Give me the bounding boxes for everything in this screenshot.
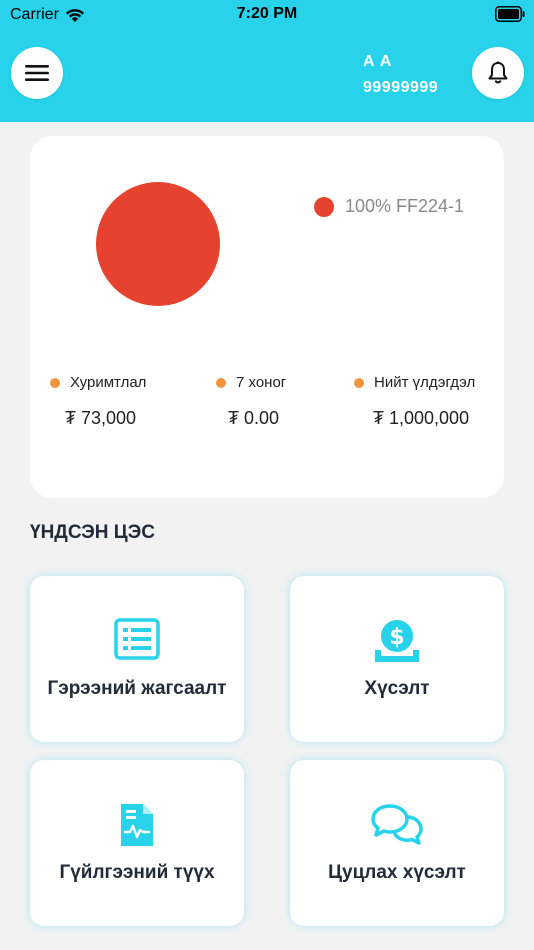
chat-bubbles-icon [371, 804, 423, 845]
stat-savings-value: ₮ 73,000 [65, 408, 137, 428]
pie-chart [96, 182, 220, 306]
request-tile[interactable]: $ Хүсэлт [290, 576, 504, 742]
user-name: A A [363, 53, 393, 70]
stat-dot [50, 377, 60, 388]
main-menu-title: ҮНДСЭН ЦЭС [30, 522, 155, 543]
app-header: Carrier 7:20 PM A A 99999999 [0, 0, 534, 122]
svg-text:$: $ [389, 625, 404, 650]
pie-slice-0 [96, 182, 220, 306]
legend-color-dot [314, 196, 334, 217]
stat-dot [354, 377, 364, 388]
stat-dot [216, 377, 226, 388]
list-icon [114, 618, 160, 660]
bell-icon [488, 61, 508, 84]
cancel-request-tile[interactable]: Цуцлах хүсэлт [290, 760, 504, 926]
menu-button[interactable] [11, 47, 63, 99]
hamburger-icon [25, 65, 49, 81]
stat-week-value: ₮ 0.00 [228, 408, 280, 428]
stat-total-balance-value: ₮ 1,000,000 [373, 408, 470, 428]
transaction-history-tile[interactable]: Гүйлгээний түүх [30, 760, 244, 926]
transaction-document-icon [121, 804, 153, 846]
tile-label: Гүйлгээний түүх [59, 862, 215, 883]
legend-label: 100% FF224-1 [345, 196, 465, 216]
stat-total-balance: Нийт үлдэгдэл [354, 374, 475, 391]
stat-label: Хуримтлал [70, 374, 147, 391]
money-request-icon: $ [375, 620, 419, 662]
contract-list-tile[interactable]: Гэрээний жагсаалт [30, 576, 244, 742]
stat-label: Нийт үлдэгдэл [374, 374, 476, 391]
stat-label: 7 хоног [236, 374, 287, 391]
status-bar: Carrier 7:20 PM [0, 0, 534, 30]
status-time: 7:20 PM [236, 5, 298, 22]
notification-button[interactable] [472, 47, 524, 99]
tile-label: Хүсэлт [364, 678, 430, 699]
stat-week: 7 хоног [216, 374, 286, 391]
tile-label: Гэрээний жагсаалт [47, 678, 227, 699]
stat-savings: Хуримтлал [50, 374, 146, 391]
tile-label: Цуцлах хүсэлт [328, 862, 466, 883]
summary-card: 100% FF224-1 Хуримтлал ₮ 73,000 7 хоног … [30, 136, 504, 498]
battery-icon [495, 6, 525, 22]
user-phone: 99999999 [363, 79, 439, 96]
chart-legend: 100% FF224-1 [314, 196, 464, 217]
